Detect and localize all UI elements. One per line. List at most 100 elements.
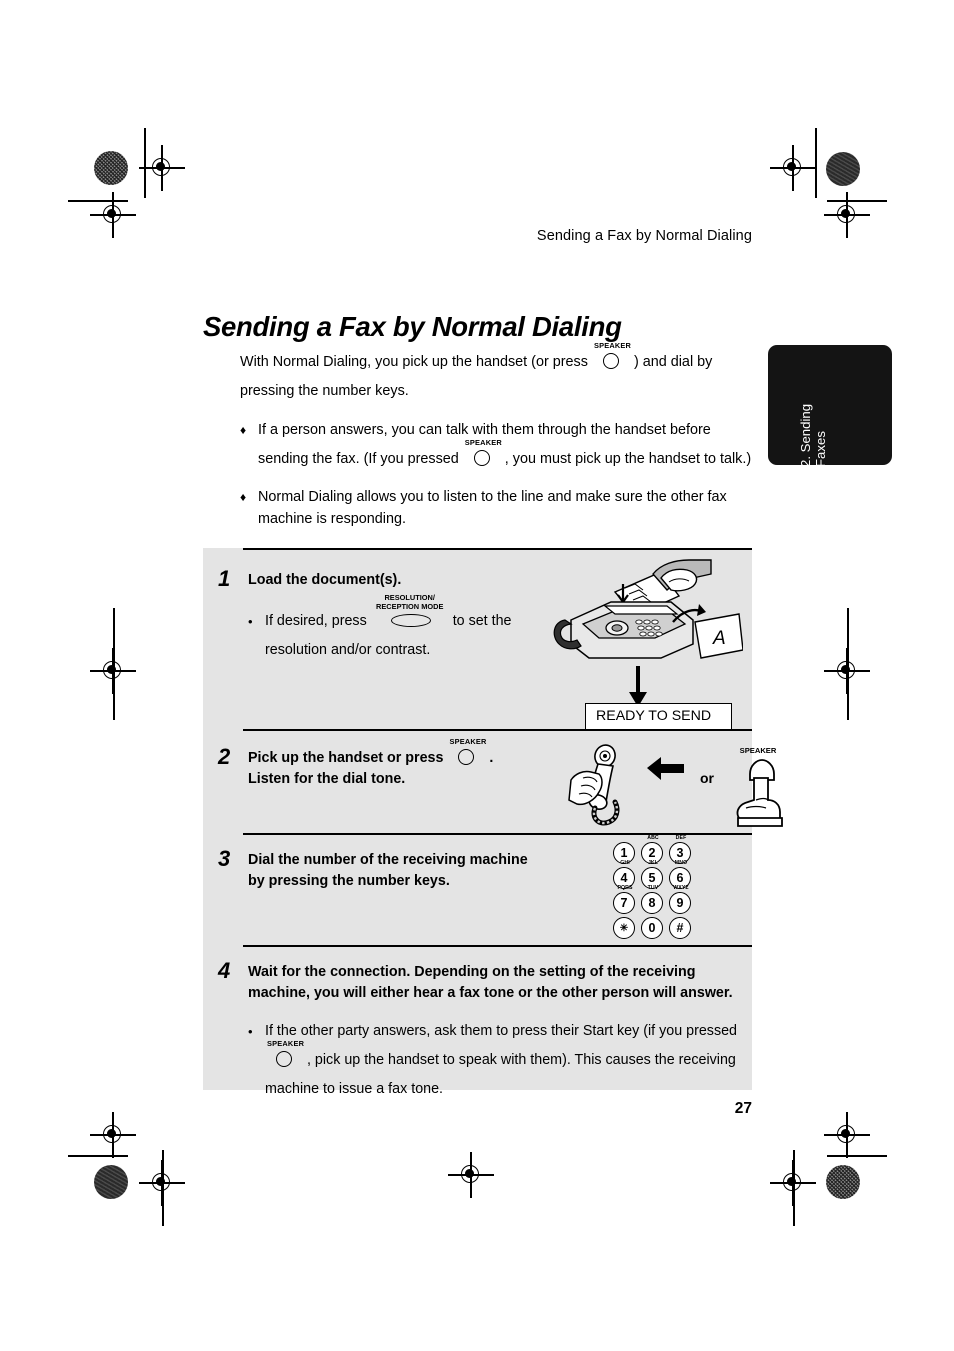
speaker-key-circle [276, 1051, 292, 1067]
keypad-key-7-digit: 7 [620, 896, 628, 910]
resolution-key-oval [390, 614, 431, 627]
registration-solid-dot-top-right [826, 152, 860, 186]
keypad-key-3-digit: 3 [676, 846, 684, 860]
speaker-key-icon[interactable]: SPEAKER [267, 1040, 304, 1067]
speaker-key-circle [602, 353, 619, 369]
round-bullet-icon: • [248, 614, 253, 629]
keypad-key-9[interactable]: WXYZ 9 [669, 885, 691, 914]
speaker-key-label: SPEAKER [267, 1039, 305, 1048]
speaker-key-label: SPEAKER [464, 438, 502, 447]
registration-crosshair-right-bottom [824, 1112, 870, 1158]
step-4-sub-before-key: If the other party answers, ask them to … [265, 1023, 737, 1039]
steps-panel: 1 Load the document(s). • If desired, pr… [203, 548, 783, 1097]
keypad-key-2-letters: ABC [647, 835, 659, 841]
intro-bullet-item: ♦ If a person answers, you can talk with… [240, 416, 752, 474]
registration-crosshair-top-right-a [770, 145, 816, 191]
keypad-key-6-letters: MNO [674, 860, 688, 866]
step-3-heading: Dial the number of the receiving machine… [248, 852, 528, 889]
registration-crosshair-left-bottom [90, 1112, 136, 1158]
intro-block: With Normal Dialing, you pick up the han… [240, 342, 752, 542]
diamond-bullet-icon: ♦ [240, 490, 247, 504]
keypad-key-1-digit: 1 [620, 846, 628, 860]
speaker-key-icon[interactable]: SPEAKER [449, 738, 486, 765]
speaker-key-label: SPEAKER [593, 341, 632, 350]
or-label: or [700, 770, 714, 786]
keypad-key-8-letters: TUV [647, 885, 659, 891]
crop-line-left-bottom-horizontal [68, 1155, 128, 1157]
step-rule-3-4 [243, 945, 752, 947]
speaker-key-icon[interactable]: SPEAKER [465, 439, 502, 466]
crop-line-left-middle-vertical [113, 608, 115, 720]
intro-bullet-1-text-after-key: , you must pick up the handset to talk.) [504, 451, 752, 467]
step-3-number: 3 [218, 846, 231, 871]
registration-crosshair-bottom-center [448, 1152, 494, 1198]
step-1-number: 1 [218, 566, 231, 591]
keypad-key-star-digit: ✳ [619, 922, 629, 934]
svg-text:A: A [712, 628, 726, 649]
resolution-reception-mode-key-icon[interactable]: RESOLUTION/ RECEPTION MODE [374, 593, 446, 627]
keypad-key-0[interactable]: 0 [641, 917, 663, 939]
handset-lifted-illustration [565, 744, 655, 834]
registration-crosshair-top-left-a [139, 145, 185, 191]
speaker-key-icon[interactable]: SPEAKER [594, 342, 631, 369]
step-2-heading-after-key: . [489, 750, 494, 766]
lcd-display-ready-to-send: READY TO SEND [585, 703, 732, 730]
keypad-key-5-digit: 5 [648, 871, 656, 885]
crop-line-top-right-vertical [815, 128, 817, 198]
step-1-heading: Load the document(s). [248, 572, 402, 588]
speaker-key-circle [458, 749, 475, 765]
keypad-key-2-digit: 2 [648, 846, 656, 860]
step-rule-top [243, 548, 752, 550]
fax-machine-illustration: A [543, 558, 744, 678]
keypad-key-4-letters: GHI [620, 860, 630, 866]
running-head: Sending a Fax by Normal Dialing [536, 228, 752, 244]
keypad-key-0-digit: 0 [648, 921, 656, 935]
keypad-row: ✳ 0 # [613, 917, 691, 939]
speaker-key-label: SPEAKER [449, 737, 487, 746]
step-2-heading-line2: Listen for the dial tone. [248, 771, 406, 787]
keypad-key-8-digit: 8 [648, 896, 656, 910]
step-1-sub-before-key: If desired, press [265, 613, 367, 629]
keypad-key-star[interactable]: ✳ [613, 917, 635, 939]
speaker-key-label: SPEAKER [739, 746, 777, 755]
intro-bullet-list: ♦ If a person answers, you can talk with… [240, 416, 752, 530]
keypad-key-7[interactable]: PQRS 7 [613, 885, 635, 914]
registration-solid-dot-bottom-left [94, 1165, 128, 1199]
crop-line-top-left-vertical [144, 128, 146, 198]
intro-text-before-key: With Normal Dialing, you pick up the han… [240, 354, 588, 370]
intro-paragraph: With Normal Dialing, you pick up the han… [240, 342, 752, 406]
keypad-key-8[interactable]: TUV 8 [641, 885, 663, 914]
keypad-row: PQRS 7 TUV 8 WXYZ 9 [613, 885, 691, 914]
step-1-subtext: • If desired, press RESOLUTION/ RECEPTIO… [248, 593, 548, 665]
diamond-bullet-icon: ♦ [240, 423, 247, 437]
intro-bullet-item: ♦ Normal Dialing allows you to listen to… [240, 486, 752, 530]
registration-halftone-dot-top-left [94, 151, 128, 185]
registration-halftone-dot-bottom-right [826, 1165, 860, 1199]
keypad-key-3-letters: DEF [675, 835, 687, 841]
step-2-heading-before-key: Pick up the handset or press [248, 750, 444, 766]
keypad-key-hash[interactable]: # [669, 917, 691, 939]
page-title: Sending a Fax by Normal Dialing [203, 311, 622, 343]
crop-line-right-bottom-horizontal [827, 1155, 887, 1157]
keypad-key-hash-digit: # [676, 921, 684, 935]
keypad-key-9-letters: WXYZ [673, 885, 689, 891]
step-2-heading: Pick up the handset or press SPEAKER . L… [248, 738, 548, 790]
keypad-key-9-digit: 9 [676, 896, 684, 910]
keypad-key-7-letters: PQRS [617, 885, 633, 891]
keypad-key-5-letters: JKL [647, 860, 659, 866]
crop-line-bottom-left-vertical [162, 1150, 164, 1226]
keypad-key-6-digit: 6 [676, 871, 684, 885]
step-2-number: 2 [218, 744, 231, 769]
left-arrow-icon [647, 756, 685, 787]
chapter-side-tab-label: 2. Sending Faxes [798, 403, 828, 467]
chapter-side-tab: 2. Sending Faxes [768, 345, 892, 467]
resolution-key-label: RESOLUTION/ RECEPTION MODE [376, 593, 444, 611]
crop-line-right-middle-vertical [847, 608, 849, 720]
keypad-key-4-digit: 4 [620, 871, 628, 885]
step-4-heading: Wait for the connection. Depending on th… [248, 964, 733, 1001]
registration-crosshair-right-top [824, 192, 870, 238]
intro-bullet-2-text: Normal Dialing allows you to listen to t… [258, 489, 727, 527]
step-4-number: 4 [218, 958, 231, 983]
speaker-key-circle [473, 450, 490, 466]
numeric-keypad: 1 ABC 2 DEF 3 GHI 4 JKL 5 MNO 6 PQRS 7 T… [613, 835, 691, 942]
